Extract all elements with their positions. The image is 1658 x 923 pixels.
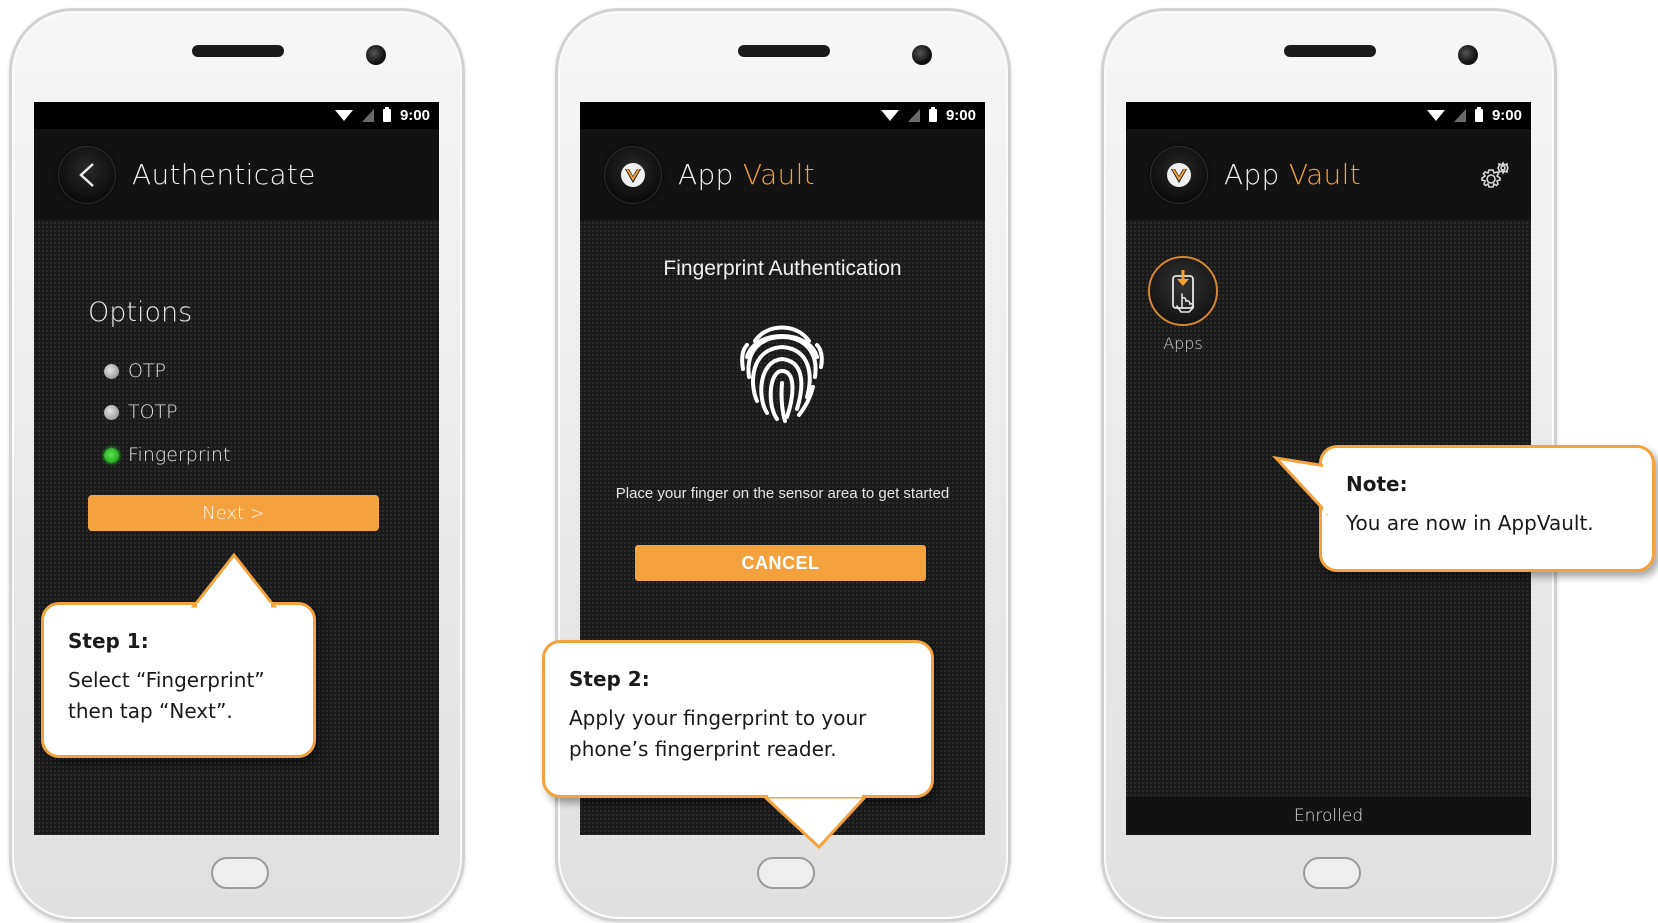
radio-label: TOTP — [128, 401, 178, 423]
page-title: Authenticate — [132, 158, 316, 191]
callout-heading: Step 1: — [68, 629, 149, 653]
status-time: 9:00 — [945, 107, 976, 124]
signal-icon — [907, 109, 920, 122]
status-time: 9:00 — [399, 107, 430, 124]
radio-label: OTP — [128, 360, 167, 382]
status-time: 9:00 — [1491, 107, 1522, 124]
front-camera — [1458, 45, 1478, 65]
fingerprint-instruction: Place your finger on the sensor area to … — [615, 485, 950, 502]
callout-line: You are now in AppVault. — [1346, 511, 1594, 535]
appvault-logo — [604, 145, 662, 204]
back-button[interactable] — [58, 145, 116, 204]
callout-step-1: Step 1: Select “Fingerprint” then tap “N… — [41, 552, 316, 758]
callout-note: Note: You are now in AppVault. — [1271, 445, 1655, 572]
callout-step-2: Step 2: Apply your fingerprint to your p… — [542, 640, 934, 850]
app-title-vault: Vault — [742, 158, 815, 191]
earpiece-speaker — [192, 45, 284, 57]
radio-option-otp[interactable]: OTP — [104, 360, 166, 382]
appvault-logo-icon — [621, 162, 645, 187]
cancel-button[interactable]: CANCEL — [635, 545, 926, 581]
callout-line: Apply your fingerprint to your — [569, 706, 867, 730]
app-title: App Vault — [1224, 158, 1361, 191]
fingerprint-heading: Fingerprint Authentication — [663, 257, 902, 280]
signal-icon — [1453, 109, 1466, 122]
callout-heading: Step 2: — [569, 667, 650, 691]
wifi-icon — [1426, 110, 1445, 121]
radio-button[interactable] — [104, 363, 119, 379]
fingerprint-icon — [740, 325, 824, 423]
next-button[interactable]: Next > — [88, 495, 379, 531]
app-bar: App Vault — [580, 129, 985, 220]
radio-button[interactable] — [104, 404, 119, 420]
app-title-app: App — [678, 158, 734, 191]
signal-icon — [361, 109, 374, 122]
earpiece-speaker — [738, 45, 830, 57]
callout-pointer — [1271, 455, 1333, 516]
battery-icon — [1474, 107, 1483, 122]
app-bar: App Vault — [1126, 129, 1531, 220]
enrolled-status: Enrolled — [1126, 797, 1531, 835]
radio-button-selected[interactable] — [104, 447, 119, 463]
callout-line: Select “Fingerprint” — [68, 668, 265, 692]
apps-label: Apps — [1163, 334, 1203, 353]
radio-option-fingerprint[interactable]: Fingerprint — [104, 444, 230, 466]
callout-heading: Note: — [1346, 472, 1408, 496]
earpiece-speaker — [1284, 45, 1376, 57]
front-camera — [366, 45, 386, 65]
phone-frame-1: 9:00 Authenticate Options OTP TOTP Finge… — [9, 8, 465, 922]
apps-launcher-button[interactable] — [1148, 256, 1218, 326]
callout-pointer — [190, 552, 278, 611]
callout-line: phone’s fingerprint reader. — [569, 737, 837, 761]
app-bar: Authenticate — [34, 129, 439, 220]
appvault-logo-icon — [1167, 162, 1191, 187]
home-button[interactable] — [1303, 857, 1361, 889]
app-title-vault: Vault — [1288, 158, 1361, 191]
status-bar: 9:00 — [1126, 102, 1531, 129]
home-button[interactable] — [757, 857, 815, 889]
radio-label: Fingerprint — [128, 444, 231, 466]
back-arrow-icon — [79, 162, 94, 187]
battery-icon — [382, 107, 391, 122]
home-button[interactable] — [211, 857, 269, 889]
options-heading: Options — [88, 297, 193, 328]
battery-icon — [928, 107, 937, 122]
callout-pointer — [761, 789, 869, 850]
wifi-icon — [334, 110, 353, 121]
status-bar: 9:00 — [580, 102, 985, 129]
appvault-logo — [1150, 145, 1208, 204]
radio-option-totp[interactable]: TOTP — [104, 401, 178, 423]
status-bar: 9:00 — [34, 102, 439, 129]
apps-download-icon — [1172, 270, 1195, 313]
app-title-app: App — [1224, 158, 1280, 191]
callout-line: then tap “Next”. — [68, 699, 233, 723]
app-title: App Vault — [678, 158, 815, 191]
gear-icon[interactable] — [1479, 160, 1511, 192]
front-camera — [912, 45, 932, 65]
wifi-icon — [880, 110, 899, 121]
